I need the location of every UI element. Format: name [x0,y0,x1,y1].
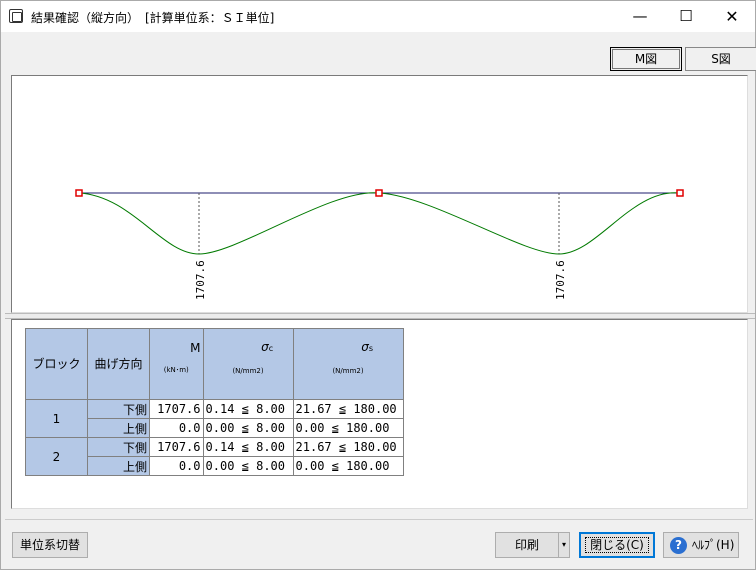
help-button-label: ﾍﾙﾌﾟ(H) [692,538,735,552]
header-sigma-s-symbol: σ [361,340,369,354]
sigma-s-cell: 0.00 ≦ 180.00 [292,418,404,438]
moment-diagram-panel: 1707.6 1707.6 [11,75,748,313]
sigma-c-cell: 0.14 ≦ 8.00 [202,437,294,457]
help-button[interactable]: ? ﾍﾙﾌﾟ(H) [663,532,739,558]
sigma-c-cell: 0.00 ≦ 8.00 [202,418,294,438]
tab-s-diagram[interactable]: S図 [685,47,756,71]
header-moment-unit: (kN･m) [163,366,189,374]
header-sigma-s-sub: s [368,344,373,353]
direction-cell: 下側 [87,399,150,419]
sigma-s-cell: 21.67 ≦ 180.00 [292,437,404,457]
support-marker-right [676,189,684,197]
header-sigma-c-unit: (N/mm2) [232,367,264,375]
table-header-row: ブロック 曲げ方向 M (kN･m) σc (N/mm2) σs (N/mm2) [25,328,404,400]
close-button-label: 閉じる(C) [585,537,649,553]
close-button[interactable]: 閉じる(C) [579,532,655,558]
help-icon: ? [670,537,687,554]
moment-cell: 1707.6 [149,399,204,419]
results-table-panel: ブロック 曲げ方向 M (kN･m) σc (N/mm2) σs (N/mm2)… [11,319,748,509]
moment-diagram: 1707.6 1707.6 [75,189,684,300]
moment-cell: 1707.6 [149,437,204,457]
direction-cell: 下側 [87,437,150,457]
support-marker-middle [375,189,383,197]
moment-curve-span-2 [378,192,681,255]
direction-cell: 上側 [87,456,150,476]
tab-m-diagram[interactable]: M図 [610,47,682,71]
sigma-c-cell: 0.00 ≦ 8.00 [202,456,294,476]
header-moment-symbol: M [190,341,201,355]
title-bar: 結果確認（縦方向） [計算単位系：ＳＩ単位] — ☐ ✕ [1,1,755,32]
header-sigma-s: σs (N/mm2) [292,328,404,400]
moment-cell: 0.0 [149,456,204,476]
header-block: ブロック [25,328,88,400]
moment-curve-span-1 [78,192,380,255]
max-moment-label-1: 1707.6 [194,260,207,300]
block-cell: 1 [25,399,88,438]
unit-switch-button[interactable]: 単位系切替 [12,532,88,558]
window-title: 結果確認（縦方向） [計算単位系：ＳＩ単位] [31,11,275,25]
header-sigma-s-unit: (N/mm2) [332,367,364,375]
close-window-button[interactable]: ✕ [709,1,755,32]
max-moment-label-2: 1707.6 [554,260,567,300]
header-sigma-c-sub: c [268,344,274,353]
sigma-s-cell: 21.67 ≦ 180.00 [292,399,404,419]
app-icon[interactable] [9,9,23,23]
moment-cell: 0.0 [149,418,204,438]
header-sigma-c: σc (N/mm2) [202,328,294,400]
print-dropdown-button[interactable]: ▾ [558,532,570,558]
sigma-s-cell: 0.00 ≦ 180.00 [292,456,404,476]
table-row: 1 下側 1707.6 0.14 ≦ 8.00 21.67 ≦ 180.00 [25,399,404,438]
block-cell: 2 [25,437,88,476]
print-button[interactable]: 印刷 [495,532,559,558]
direction-cell: 上側 [87,418,150,438]
table-row: 2 下側 1707.6 0.14 ≦ 8.00 21.67 ≦ 180.00 [25,437,404,476]
footer-divider [5,519,753,520]
header-moment: M (kN･m) [149,328,204,400]
header-sigma-c-symbol: σ [261,340,269,354]
sigma-c-cell: 0.14 ≦ 8.00 [202,399,294,419]
minimize-button[interactable]: — [617,1,663,32]
header-direction: 曲げ方向 [87,328,150,400]
maximize-button[interactable]: ☐ [663,1,709,32]
result-window: 結果確認（縦方向） [計算単位系：ＳＩ単位] — ☐ ✕ M図 S図 1707.… [0,0,756,570]
support-marker-left [75,189,83,197]
results-table: ブロック 曲げ方向 M (kN･m) σc (N/mm2) σs (N/mm2)… [25,328,404,476]
